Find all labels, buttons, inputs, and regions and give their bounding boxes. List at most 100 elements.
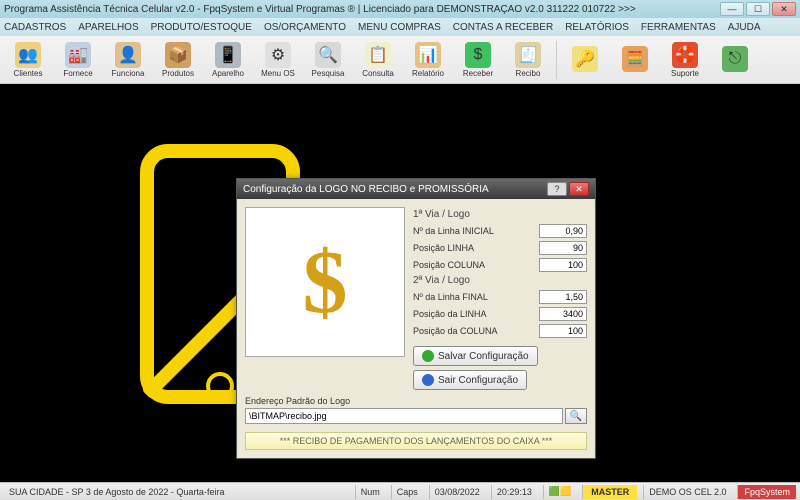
toolbar-fornece[interactable]: 🏭Fornece xyxy=(54,38,102,82)
f1-label: Nº da Linha INICIAL xyxy=(413,226,539,236)
toolbar-receber[interactable]: $Receber xyxy=(454,38,502,82)
logo-config-dialog: Configuração da LOGO NO RECIBO e PROMISS… xyxy=(236,178,596,459)
check-icon xyxy=(422,350,434,362)
consulta-icon: 📋 xyxy=(365,42,391,68)
dialog-close-button[interactable]: ✕ xyxy=(569,182,589,196)
toolbar-btn11[interactable]: 🔑 xyxy=(561,38,609,82)
dialog-titlebar: Configuração da LOGO NO RECIBO e PROMISS… xyxy=(237,179,595,199)
menu-ferramentas[interactable]: FERRAMENTAS xyxy=(641,22,716,33)
exit-config-button[interactable]: Sair Configuração xyxy=(413,370,527,390)
toolbar-label: Pesquisa xyxy=(312,69,345,78)
toolbar-label: Suporte xyxy=(671,69,699,78)
maximize-button[interactable]: ☐ xyxy=(746,2,770,16)
toolbar-label: Clientes xyxy=(14,69,43,78)
status-caps: Caps xyxy=(391,485,423,499)
menu-aparelhos[interactable]: APARELHOS xyxy=(78,22,138,33)
toolbar-label: Aparelho xyxy=(212,69,244,78)
menubar: CADASTROS APARELHOS PRODUTO/ESTOQUE OS/ORÇA… xyxy=(0,18,800,36)
toolbar: 👥Clientes🏭Fornece👤Funciona📦Produtos📱Apar… xyxy=(0,36,800,84)
toolbar-label: Relatório xyxy=(412,69,444,78)
clientes-icon: 👥 xyxy=(15,42,41,68)
window-titlebar: Programa Assistência Técnica Celular v2.… xyxy=(0,0,800,18)
f5-input[interactable] xyxy=(539,307,587,321)
logo-path-input[interactable] xyxy=(245,408,563,424)
status-date: 03/08/2022 xyxy=(429,485,485,499)
pesquisa-icon: 🔍 xyxy=(315,42,341,68)
menu os-icon: ⚙ xyxy=(265,42,291,68)
f5-label: Posição da LINHA xyxy=(413,309,539,319)
logo-preview: $ xyxy=(245,207,405,357)
status-num: Num xyxy=(355,485,385,499)
toolbar-label: Receber xyxy=(463,69,493,78)
toolbar-btn12[interactable]: 🧮 xyxy=(611,38,659,82)
toolbar-btn14[interactable]: ⎋ xyxy=(711,38,759,82)
main-area: A LAR Configuração da LOGO NO RECIBO e P… xyxy=(0,84,800,482)
toolbar-label: Fornece xyxy=(63,69,92,78)
statusbar: SUA CIDADE - SP 3 de Agosto de 2022 - Qu… xyxy=(0,482,800,500)
exit-icon xyxy=(422,374,434,386)
close-button[interactable]: ✕ xyxy=(772,2,796,16)
toolbar-label: Produtos xyxy=(162,69,194,78)
dialog-help-button[interactable]: ? xyxy=(547,182,567,196)
btn12-icon: 🧮 xyxy=(622,46,648,72)
f2-label: Posição LINHA xyxy=(413,243,539,253)
status-flag: 🟩🟨 xyxy=(543,485,576,499)
f4-input[interactable] xyxy=(539,290,587,304)
f4-label: Nº da Linha FINAL xyxy=(413,292,539,302)
toolbar-funciona[interactable]: 👤Funciona xyxy=(104,38,152,82)
f6-input[interactable] xyxy=(539,324,587,338)
menu-ajuda[interactable]: AJUDA xyxy=(728,22,761,33)
toolbar-relatório[interactable]: 📊Relatório xyxy=(404,38,452,82)
receber-icon: $ xyxy=(465,42,491,68)
menu-produto/estoque[interactable]: PRODUTO/ESTOQUE xyxy=(151,22,252,33)
fornece-icon: 🏭 xyxy=(65,42,91,68)
toolbar-pesquisa[interactable]: 🔍Pesquisa xyxy=(304,38,352,82)
save-config-button[interactable]: Salvar Configuração xyxy=(413,346,538,366)
toolbar-label: Menu OS xyxy=(261,69,295,78)
f3-label: Posição COLUNA xyxy=(413,260,539,270)
btn11-icon: 🔑 xyxy=(572,46,598,72)
toolbar-suporte[interactable]: 🛟Suporte xyxy=(661,38,709,82)
toolbar-aparelho[interactable]: 📱Aparelho xyxy=(204,38,252,82)
status-master: MASTER xyxy=(582,485,637,499)
toolbar-label: Consulta xyxy=(362,69,394,78)
status-demo: DEMO OS CEL 2.0 xyxy=(643,485,731,499)
relatório-icon: 📊 xyxy=(415,42,441,68)
menu-cadastros[interactable]: CADASTROS xyxy=(4,22,66,33)
funciona-icon: 👤 xyxy=(115,42,141,68)
f2-input[interactable] xyxy=(539,241,587,255)
f3-input[interactable] xyxy=(539,258,587,272)
path-label: Endereço Padrão do Logo xyxy=(245,396,587,406)
minimize-button[interactable]: — xyxy=(720,2,744,16)
menu-relatórios[interactable]: RELATÓRIOS xyxy=(565,22,629,33)
status-time: 20:29:13 xyxy=(491,485,537,499)
toolbar-menu os[interactable]: ⚙Menu OS xyxy=(254,38,302,82)
logo-path-row: Endereço Padrão do Logo 🔍 xyxy=(245,396,587,424)
suporte-icon: 🛟 xyxy=(672,42,698,68)
section1-label: 1ª Via / Logo xyxy=(413,209,587,220)
toolbar-recibo[interactable]: 🧾Recibo xyxy=(504,38,552,82)
dialog-title: Configuração da LOGO NO RECIBO e PROMISS… xyxy=(243,184,545,195)
window-title: Programa Assistência Técnica Celular v2.… xyxy=(4,4,720,15)
status-location: SUA CIDADE - SP 3 de Agosto de 2022 - Qu… xyxy=(4,485,349,499)
menu-os/orçamento[interactable]: OS/ORÇAMENTO xyxy=(264,22,346,33)
dialog-body: $ 1ª Via / Logo Nº da Linha INICIAL Posi… xyxy=(237,199,595,458)
toolbar-label: Funciona xyxy=(112,69,145,78)
f6-label: Posição da COLUNA xyxy=(413,326,539,336)
toolbar-label: Recibo xyxy=(516,69,541,78)
f1-input[interactable] xyxy=(539,224,587,238)
toolbar-consulta[interactable]: 📋Consulta xyxy=(354,38,402,82)
window-buttons: — ☐ ✕ xyxy=(720,2,796,16)
toolbar-produtos[interactable]: 📦Produtos xyxy=(154,38,202,82)
status-brand: FpqSystem xyxy=(737,485,796,499)
recibo-icon: 🧾 xyxy=(515,42,541,68)
dialog-footer: *** RECIBO DE PAGAMENTO DOS LANÇAMENTOS … xyxy=(245,432,587,450)
browse-button[interactable]: 🔍 xyxy=(565,408,587,424)
toolbar-clientes[interactable]: 👥Clientes xyxy=(4,38,52,82)
menu-menu compras[interactable]: MENU COMPRAS xyxy=(358,22,441,33)
fields-panel: 1ª Via / Logo Nº da Linha INICIAL Posiçã… xyxy=(413,207,587,390)
produtos-icon: 📦 xyxy=(165,42,191,68)
section2-label: 2ª Via / Logo xyxy=(413,275,587,286)
btn14-icon: ⎋ xyxy=(722,46,748,72)
menu-contas a receber[interactable]: CONTAS A RECEBER xyxy=(453,22,553,33)
